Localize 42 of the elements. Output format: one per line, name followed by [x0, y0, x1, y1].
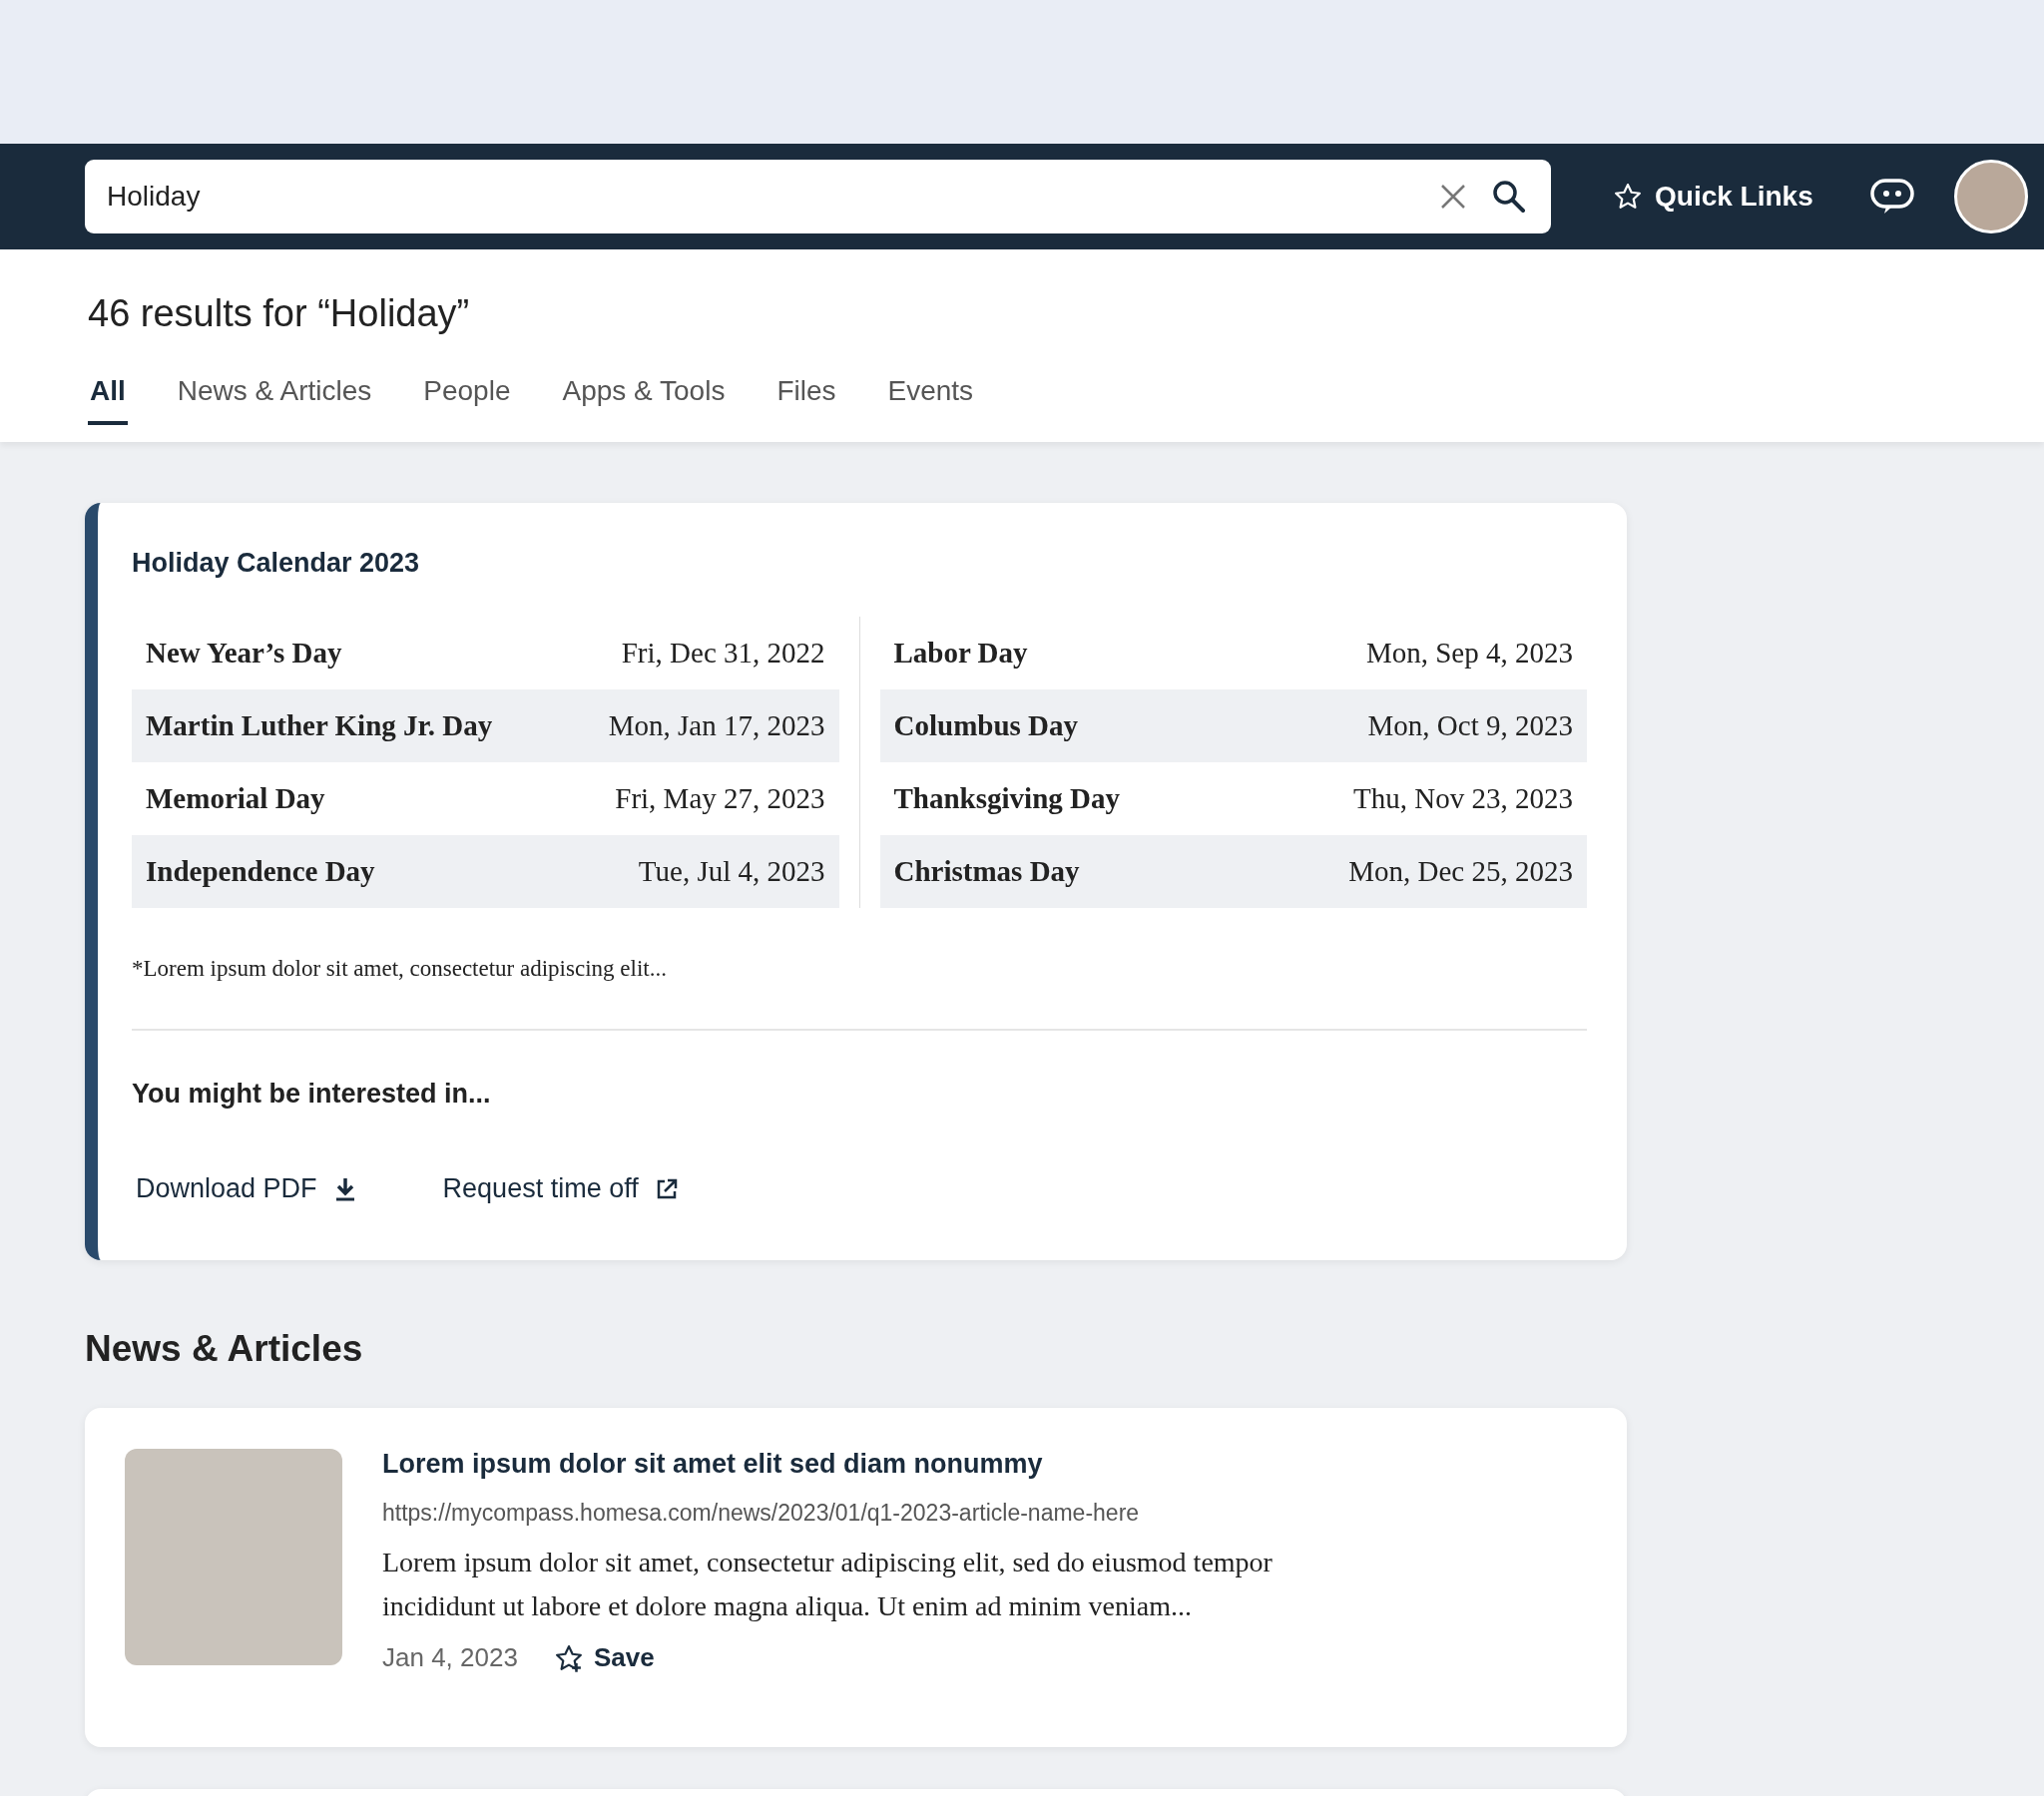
tab[interactable]: People [421, 375, 513, 425]
holiday-date: Tue, Jul 4, 2023 [638, 855, 825, 888]
article-date: Jan 4, 2023 [382, 1642, 518, 1673]
article-title[interactable]: Lorem ipsum dolor sit amet elit sed diam nonummy [382, 1449, 1380, 1480]
holiday-name: New Year’s Day [146, 637, 342, 670]
search-bar[interactable]: Holiday [85, 160, 1551, 233]
holiday-name: Labor Day [893, 637, 1028, 670]
search-icon[interactable] [1491, 179, 1527, 215]
holiday-name: Martin Luther King Jr. Day [146, 709, 493, 742]
results-title: 46 results for “Holiday” [88, 291, 471, 335]
holiday-date: Fri, May 27, 2023 [615, 782, 825, 815]
tab[interactable]: Files [774, 375, 838, 425]
holiday-name: Independence Day [146, 855, 375, 888]
footnote: *Lorem ipsum dolor sit amet, consectetur adipiscing elit... [132, 956, 668, 982]
tab[interactable]: Events [885, 375, 976, 425]
link[interactable]: Download PDF [136, 1173, 357, 1204]
holiday-date: Mon, Oct 9, 2023 [1367, 709, 1573, 742]
star-plus-icon [553, 1642, 584, 1673]
close-icon[interactable] [1439, 183, 1467, 211]
article-description: Lorem ipsum dolor sit amet, consectetur adipiscing elit, sed do eiusmod tempor incididunt ut labore et dolore magna aliqua. Ut enim ad minim veniam... [382, 1546, 1274, 1623]
tab[interactable]: News & Articles [175, 375, 374, 425]
holiday-name: Thanksgiving Day [893, 782, 1120, 815]
holiday-date: Thu, Nov 23, 2023 [1353, 782, 1573, 815]
holiday-name: Christmas Day [893, 855, 1080, 888]
quick-links-button[interactable]: Quick Links [1613, 181, 1813, 213]
save-button[interactable]: Save [553, 1642, 655, 1673]
chatbot-icon[interactable] [1867, 177, 1916, 217]
holiday-date: Mon, Sep 4, 2023 [1365, 637, 1573, 670]
section-title: You might be interested in... [132, 1079, 492, 1110]
star-icon [1613, 182, 1643, 212]
card-title: Holiday Calendar 2023 [132, 548, 421, 579]
article-url: https://mycompass.homesa.com/news/2023/01/q1-2023-article-name-here [382, 1500, 1141, 1527]
holiday-date: Mon, Dec 25, 2023 [1348, 855, 1573, 888]
tab[interactable]: Apps & Tools [560, 375, 728, 425]
section-heading: News & Articles [85, 1328, 364, 1370]
holiday-date: Mon, Jan 17, 2023 [608, 709, 825, 742]
holiday-name: Columbus Day [893, 709, 1079, 742]
holiday-date: Fri, Dec 31, 2022 [621, 637, 825, 670]
holiday-name: Memorial Day [146, 782, 325, 815]
search-field[interactable]: Holiday [105, 180, 1415, 214]
link[interactable]: Request time off [442, 1173, 679, 1204]
tab[interactable]: All [88, 375, 128, 425]
